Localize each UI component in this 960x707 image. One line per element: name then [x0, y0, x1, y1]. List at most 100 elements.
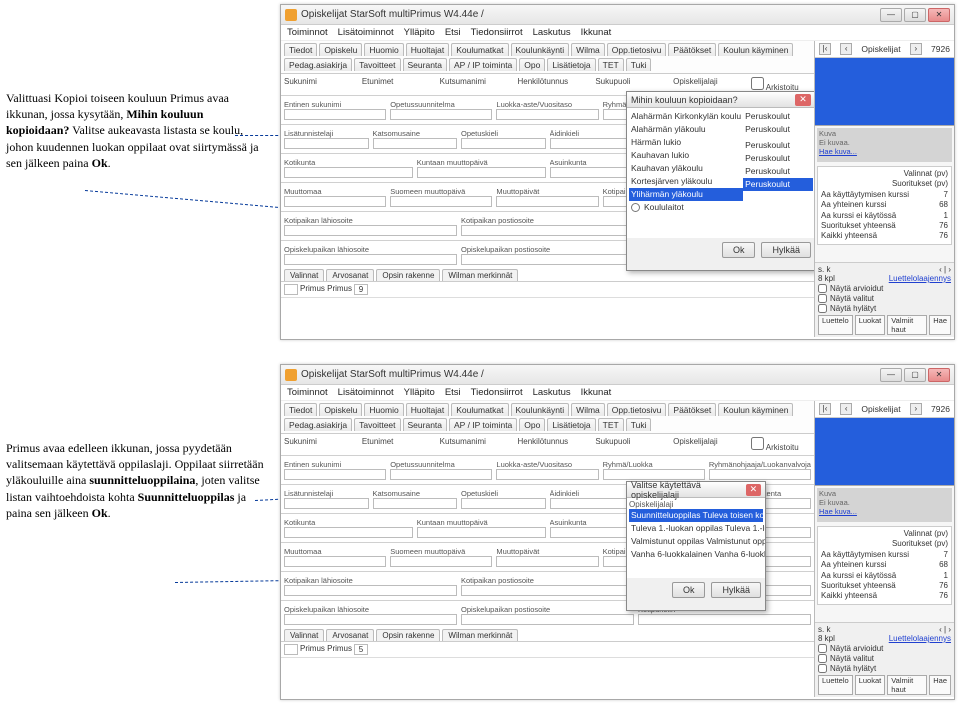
lower-tab[interactable]: Valinnat [284, 629, 324, 641]
menu-item[interactable]: Tiedonsiirrot [471, 27, 523, 38]
text-input[interactable] [550, 498, 635, 509]
show-selected-checkbox[interactable] [818, 654, 827, 663]
list-item-selected[interactable]: Suunnitteluoppilas Tuleva toisen koulun … [629, 509, 763, 522]
list-item[interactable]: Kauhavan lukio [629, 149, 743, 162]
menu-item[interactable]: Ylläpito [404, 387, 435, 398]
tab[interactable]: Pedag.asiakirja [284, 58, 352, 71]
list-expand-link[interactable]: Luettelolaajennys [889, 274, 951, 283]
text-input[interactable] [496, 469, 598, 480]
list-item[interactable]: Alahärmän yläkoulu [629, 123, 743, 136]
nav-first-icon[interactable]: |‹ [819, 43, 831, 55]
text-input[interactable] [417, 167, 546, 178]
text-input[interactable] [284, 225, 457, 236]
text-input[interactable] [284, 167, 413, 178]
show-rated-checkbox[interactable] [818, 644, 827, 653]
list-item[interactable]: Kortesjärven yläkoulu [629, 175, 743, 188]
tab[interactable]: AP / IP toiminta [449, 418, 517, 431]
text-input[interactable] [284, 556, 386, 567]
close-icon[interactable]: ✕ [795, 94, 811, 106]
tab[interactable]: TET [598, 58, 624, 71]
minimize-button[interactable]: — [880, 368, 902, 382]
show-rated-checkbox[interactable] [818, 284, 827, 293]
lower-tab[interactable]: Wilman merkinnät [442, 629, 518, 641]
tab[interactable]: Lisätietoja [547, 418, 595, 431]
maximize-button[interactable]: ▢ [904, 368, 926, 382]
tab[interactable]: Päätökset [668, 43, 716, 56]
menu-item[interactable]: Etsi [445, 387, 461, 398]
close-icon[interactable]: ✕ [746, 484, 761, 496]
arkistoitu-checkbox[interactable] [751, 437, 764, 450]
text-input[interactable] [461, 614, 634, 625]
list-item[interactable]: Peruskoulut [743, 152, 813, 165]
text-input[interactable] [461, 254, 634, 265]
radio-input[interactable] [631, 203, 640, 212]
text-input[interactable] [461, 498, 546, 509]
tool-button[interactable]: Luokat [855, 675, 886, 695]
menu-item[interactable]: Ylläpito [404, 27, 435, 38]
tab[interactable]: Wilma [571, 403, 605, 416]
text-input[interactable] [284, 196, 386, 207]
text-input[interactable] [284, 138, 369, 149]
text-input[interactable] [390, 469, 492, 480]
tab[interactable]: Koulunkäynti [511, 43, 570, 56]
text-input[interactable] [284, 254, 457, 265]
nav-prev-icon[interactable]: ‹ [840, 403, 852, 415]
tool-button[interactable]: Luettelo [818, 675, 853, 695]
search-button[interactable]: Hae [929, 315, 951, 335]
row-num[interactable]: 9 [354, 284, 368, 295]
menu-item[interactable]: Laskutus [533, 387, 571, 398]
tab[interactable]: Päätökset [668, 403, 716, 416]
text-input[interactable] [461, 138, 546, 149]
text-input[interactable] [284, 498, 369, 509]
list-item[interactable]: Härmän lukio [629, 136, 743, 149]
tool-button[interactable]: Valmiit haut [887, 315, 927, 335]
list-item-selected[interactable]: Peruskoulut [743, 178, 813, 191]
row-box[interactable] [284, 284, 298, 295]
text-input[interactable] [496, 556, 598, 567]
tab[interactable]: Wilma [571, 43, 605, 56]
text-input[interactable] [390, 196, 492, 207]
list-item[interactable]: Alahärmän Kirkonkylän koulu [629, 110, 743, 123]
nav-prev-icon[interactable]: ‹ [840, 43, 852, 55]
ok-button[interactable]: Ok [722, 242, 756, 258]
tab[interactable]: Seuranta [403, 58, 448, 71]
list-item[interactable]: Peruskoulut [743, 123, 813, 136]
tab[interactable]: Opo [519, 418, 545, 431]
tab[interactable]: Opp.tietosivu [607, 403, 667, 416]
list-expand-link[interactable]: Luettelolaajennys [889, 634, 951, 643]
cancel-button[interactable]: Hylkää [761, 242, 811, 258]
ok-button[interactable]: Ok [672, 582, 706, 598]
menu-item[interactable]: Lisätoiminnot [338, 27, 394, 38]
text-input[interactable] [284, 585, 457, 596]
list-item[interactable]: Tuleva 1.-luokan oppilas Tuleva 1.-luoka… [629, 522, 763, 535]
tab[interactable]: AP / IP toiminta [449, 58, 517, 71]
side-list-area[interactable] [815, 418, 954, 486]
tab[interactable]: Tavoitteet [354, 418, 400, 431]
menu-item[interactable]: Ikkunat [581, 27, 612, 38]
menu-item[interactable]: Toiminnot [287, 27, 328, 38]
row-num[interactable]: 5 [354, 644, 368, 655]
tab[interactable]: Huoltajat [406, 403, 450, 416]
menu-item[interactable]: Laskutus [533, 27, 571, 38]
tab[interactable]: Huoltajat [406, 43, 450, 56]
nav-first-icon[interactable]: |‹ [819, 403, 831, 415]
text-input[interactable] [417, 527, 546, 538]
tool-button[interactable]: Luokat [855, 315, 886, 335]
list-item[interactable]: Valmistunut oppilas Valmistunut oppilas [629, 535, 763, 548]
tab[interactable]: Lisätietoja [547, 58, 595, 71]
text-input[interactable] [603, 469, 705, 480]
list-item-selected[interactable]: Ylihärmän yläkoulu [629, 188, 743, 201]
menu-item[interactable]: Toiminnot [287, 387, 328, 398]
tab[interactable]: Tuki [626, 58, 652, 71]
fetch-image-link[interactable]: Hae kuva... [819, 507, 857, 516]
list-item[interactable]: Peruskoulut [743, 139, 813, 152]
text-input[interactable] [373, 498, 458, 509]
list-item[interactable]: Peruskoulut [743, 165, 813, 178]
text-input[interactable] [461, 585, 634, 596]
text-input[interactable] [638, 614, 811, 625]
row-box[interactable] [284, 644, 298, 655]
lower-tab[interactable]: Arvosanat [326, 269, 374, 281]
show-rejected-checkbox[interactable] [818, 664, 827, 673]
lower-tab[interactable]: Valinnat [284, 269, 324, 281]
text-input[interactable] [284, 527, 413, 538]
